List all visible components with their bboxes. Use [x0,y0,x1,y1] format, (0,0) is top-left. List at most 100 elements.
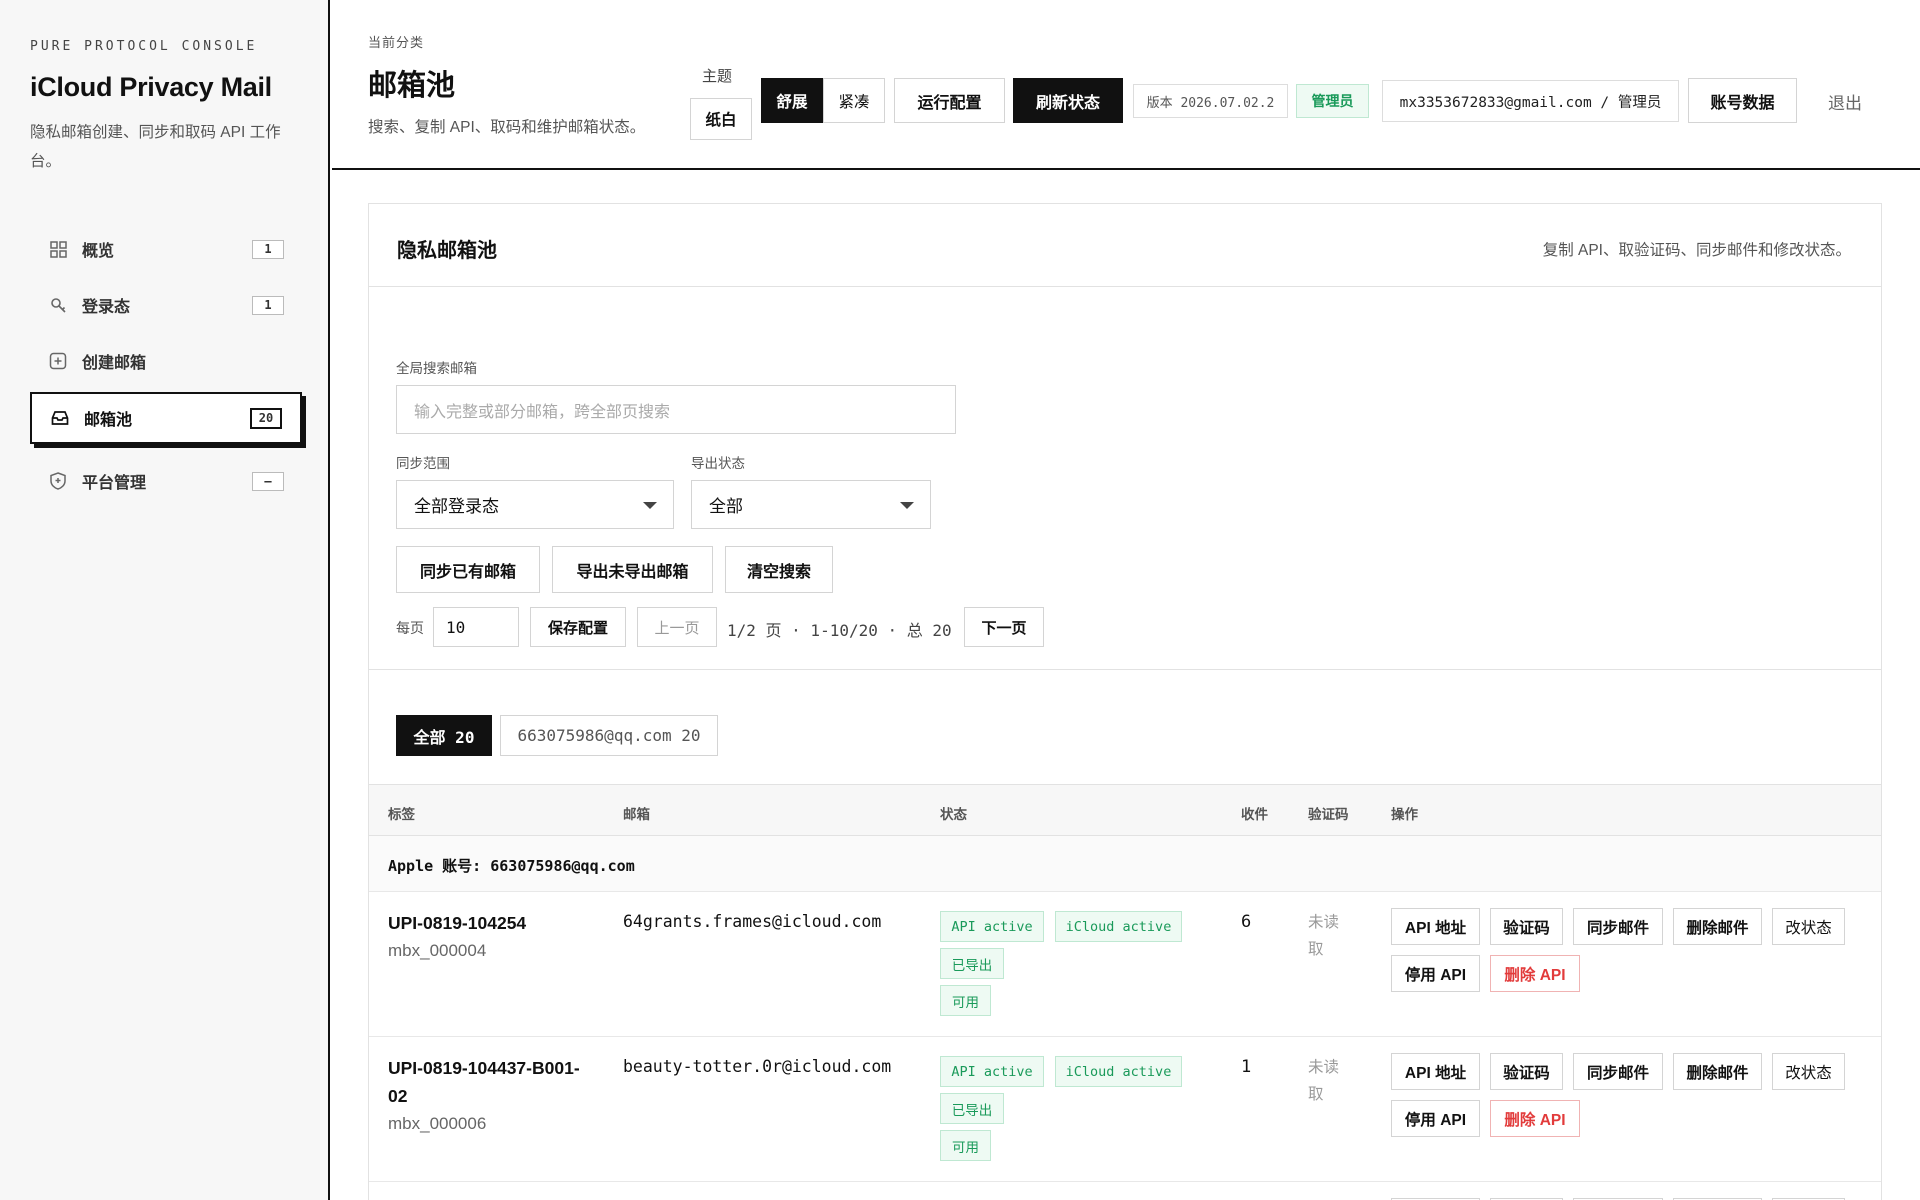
brand-description: 隐私邮箱创建、同步和取码 API 工作台。 [30,124,281,170]
logout-link[interactable]: 退出 [1828,89,1862,114]
change-status-button[interactable]: 改状态 [1772,908,1845,945]
theme-paper-button[interactable]: 纸白 [690,98,752,140]
disable-api-button[interactable]: 停用 API [1391,1100,1480,1137]
mailbox-label: UPI-0819-104254 mbx_000004 [388,909,588,965]
sidebar-item-create-mailbox[interactable]: 创建邮箱 [30,336,302,386]
sidebar-item-label: 邮箱池 [84,412,133,429]
mailbox-tag: UPI-0819-104254 [388,913,527,933]
table-row: UPI-0819-104437-B001-02 mbx_000006 beaut… [369,1037,1881,1182]
run-config-button[interactable]: 运行配置 [894,78,1005,123]
account-data-button[interactable]: 账号数据 [1688,78,1797,123]
clear-search-button[interactable]: 清空搜索 [725,546,833,593]
top-header: 当前分类 邮箱池 搜索、复制 API、取码和维护邮箱状态。 主题 纸白 舒展 紧… [332,0,1920,170]
plus-square-icon [48,351,68,371]
density-spacious-button[interactable]: 舒展 [761,78,823,123]
mailbox-id: mbx_000006 [388,1114,487,1133]
status-badge-api: API active [940,911,1044,942]
status-badge-available: 可用 [940,1130,991,1161]
sidebar-item-label: 创建邮箱 [82,355,147,372]
key-icon [48,295,68,315]
delete-api-button[interactable]: 删除 API [1490,955,1580,992]
current-user: mx3353672833@gmail.com / 管理员 [1382,80,1679,122]
filter-account-chip[interactable]: 663075986@qq.com 20 [500,715,718,756]
sync-existing-button[interactable]: 同步已有邮箱 [396,546,540,593]
chevron-down-icon [900,502,914,509]
sidebar-item-label: 登录态 [82,299,131,316]
search-label: 全局搜索邮箱 [396,361,477,376]
shield-icon [48,471,68,491]
table-row [369,1182,1881,1200]
chevron-down-icon [643,502,657,509]
panel-hint: 复制 API、取验证码、同步邮件和修改状态。 [1542,242,1851,259]
table-header: 标签 邮箱 状态 收件 验证码 操作 [369,784,1881,836]
save-config-button[interactable]: 保存配置 [530,607,626,647]
mailbox-email: beauty-totter.0r@icloud.com [623,1057,892,1076]
status-badge-available: 可用 [940,985,991,1016]
grid-icon [48,239,68,259]
export-status-select[interactable]: 全部 [691,480,931,529]
brand-title: iCloud Privacy Mail [30,72,272,102]
panel-header: 隐私邮箱池 复制 API、取验证码、同步邮件和修改状态。 [369,204,1881,287]
sync-scope-label: 同步范围 [396,456,450,471]
column-header-email: 邮箱 [623,807,650,822]
mailbox-tag: UPI-0819-104437-B001-02 [388,1058,580,1106]
sidebar-item-mailbox-pool[interactable]: 邮箱池 20 [30,392,302,444]
sidebar-item-login-state[interactable]: 登录态 1 [30,280,302,330]
mailbox-email: 64grants.frames@icloud.com [623,912,882,931]
column-header-label: 标签 [388,807,415,822]
status-badge-exported: 已导出 [940,948,1004,979]
delete-mail-button[interactable]: 删除邮件 [1673,1053,1762,1090]
column-header-actions: 操作 [1391,807,1418,822]
page-info: 1/2 页 · 1-10/20 · 总 20 [727,621,952,640]
export-unexported-button[interactable]: 导出未导出邮箱 [552,546,713,593]
search-input[interactable]: 输入完整或部分邮箱，跨全部页搜索 [396,385,956,434]
mailbox-pool-panel: 隐私邮箱池 复制 API、取验证码、同步邮件和修改状态。 全局搜索邮箱 输入完整… [368,203,1882,1200]
sidebar-item-count: 20 [250,408,282,429]
delete-api-button[interactable]: 删除 API [1490,1100,1580,1137]
status-badge-exported: 已导出 [940,1093,1004,1124]
sync-scope-value: 全部登录态 [414,497,499,516]
breadcrumb: 当前分类 [368,35,425,50]
api-address-button[interactable]: API 地址 [1391,908,1480,945]
sidebar-item-overview[interactable]: 概览 1 [30,224,302,274]
export-status-value: 全部 [709,497,743,516]
sidebar-nav: 概览 1 登录态 1 创建邮箱 邮箱池 20 平台管理 — [30,224,302,512]
page-title: 邮箱池 [368,70,456,102]
sidebar: PURE PROTOCOL CONSOLE iCloud Privacy Mai… [0,0,330,1200]
page-subtitle: 搜索、复制 API、取码和维护邮箱状态。 [368,119,646,136]
density-compact-button[interactable]: 紧凑 [823,78,885,123]
disable-api-button[interactable]: 停用 API [1391,955,1480,992]
column-header-code: 验证码 [1308,807,1349,822]
prev-page-button[interactable]: 上一页 [637,607,717,647]
per-page-label: 每页 [396,620,424,636]
get-code-button[interactable]: 验证码 [1490,1053,1563,1090]
sync-mail-button[interactable]: 同步邮件 [1573,1053,1663,1090]
delete-mail-button[interactable]: 删除邮件 [1673,908,1762,945]
filter-all-chip[interactable]: 全部 20 [396,715,492,756]
sidebar-item-count: 1 [252,296,284,315]
status-badge-icloud: iCloud active [1055,911,1182,942]
change-status-button[interactable]: 改状态 [1772,1053,1845,1090]
refresh-status-button[interactable]: 刷新状态 [1013,78,1123,123]
next-page-button[interactable]: 下一页 [964,607,1044,647]
theme-label: 主题 [702,68,733,85]
role-badge: 管理员 [1296,84,1369,118]
api-address-button[interactable]: API 地址 [1391,1053,1480,1090]
sidebar-item-count: — [252,472,284,491]
sidebar-item-label: 概览 [82,243,115,260]
version-badge: 版本 2026.07.02.2 [1133,84,1288,118]
sync-mail-button[interactable]: 同步邮件 [1573,908,1663,945]
sync-scope-select[interactable]: 全部登录态 [396,480,674,529]
get-code-button[interactable]: 验证码 [1490,908,1563,945]
sidebar-item-platform-admin[interactable]: 平台管理 — [30,456,302,506]
divider [369,669,1881,670]
per-page-input[interactable]: 10 [433,607,519,647]
inbox-count: 1 [1241,1057,1252,1077]
verification-code: 未读取 [1308,914,1340,958]
brand-kicker: PURE PROTOCOL CONSOLE [30,39,258,54]
inbox-count: 6 [1241,912,1252,932]
table-row: UPI-0819-104254 mbx_000004 64grants.fram… [369,892,1881,1037]
verification-code: 未读取 [1308,1059,1340,1103]
inbox-icon [50,408,70,428]
export-status-label: 导出状态 [691,456,745,471]
